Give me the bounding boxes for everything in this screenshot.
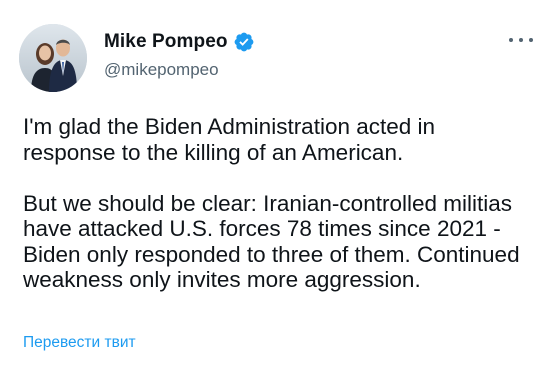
more-options-icon[interactable]: [509, 33, 533, 47]
author-info: Mike Pompeo @mikepompeo: [104, 30, 255, 80]
tweet-text: I'm glad the Biden Administration acted …: [23, 114, 533, 293]
display-name[interactable]: Mike Pompeo: [104, 31, 228, 53]
dot-icon: [509, 38, 513, 42]
user-handle[interactable]: @mikepompeo: [104, 60, 255, 80]
dot-icon: [519, 38, 523, 42]
translate-tweet-link[interactable]: Перевести твит: [23, 334, 136, 352]
avatar[interactable]: [19, 24, 87, 92]
tweet-paragraph: I'm glad the Biden Administration acted …: [23, 114, 436, 165]
tweet-paragraph: But we should be clear: Iranian-controll…: [23, 190, 520, 293]
tweet-card: Mike Pompeo @mikepompeo I'm glad the Bid…: [0, 0, 555, 368]
dot-icon: [529, 38, 533, 42]
verified-badge-icon: [233, 31, 255, 53]
